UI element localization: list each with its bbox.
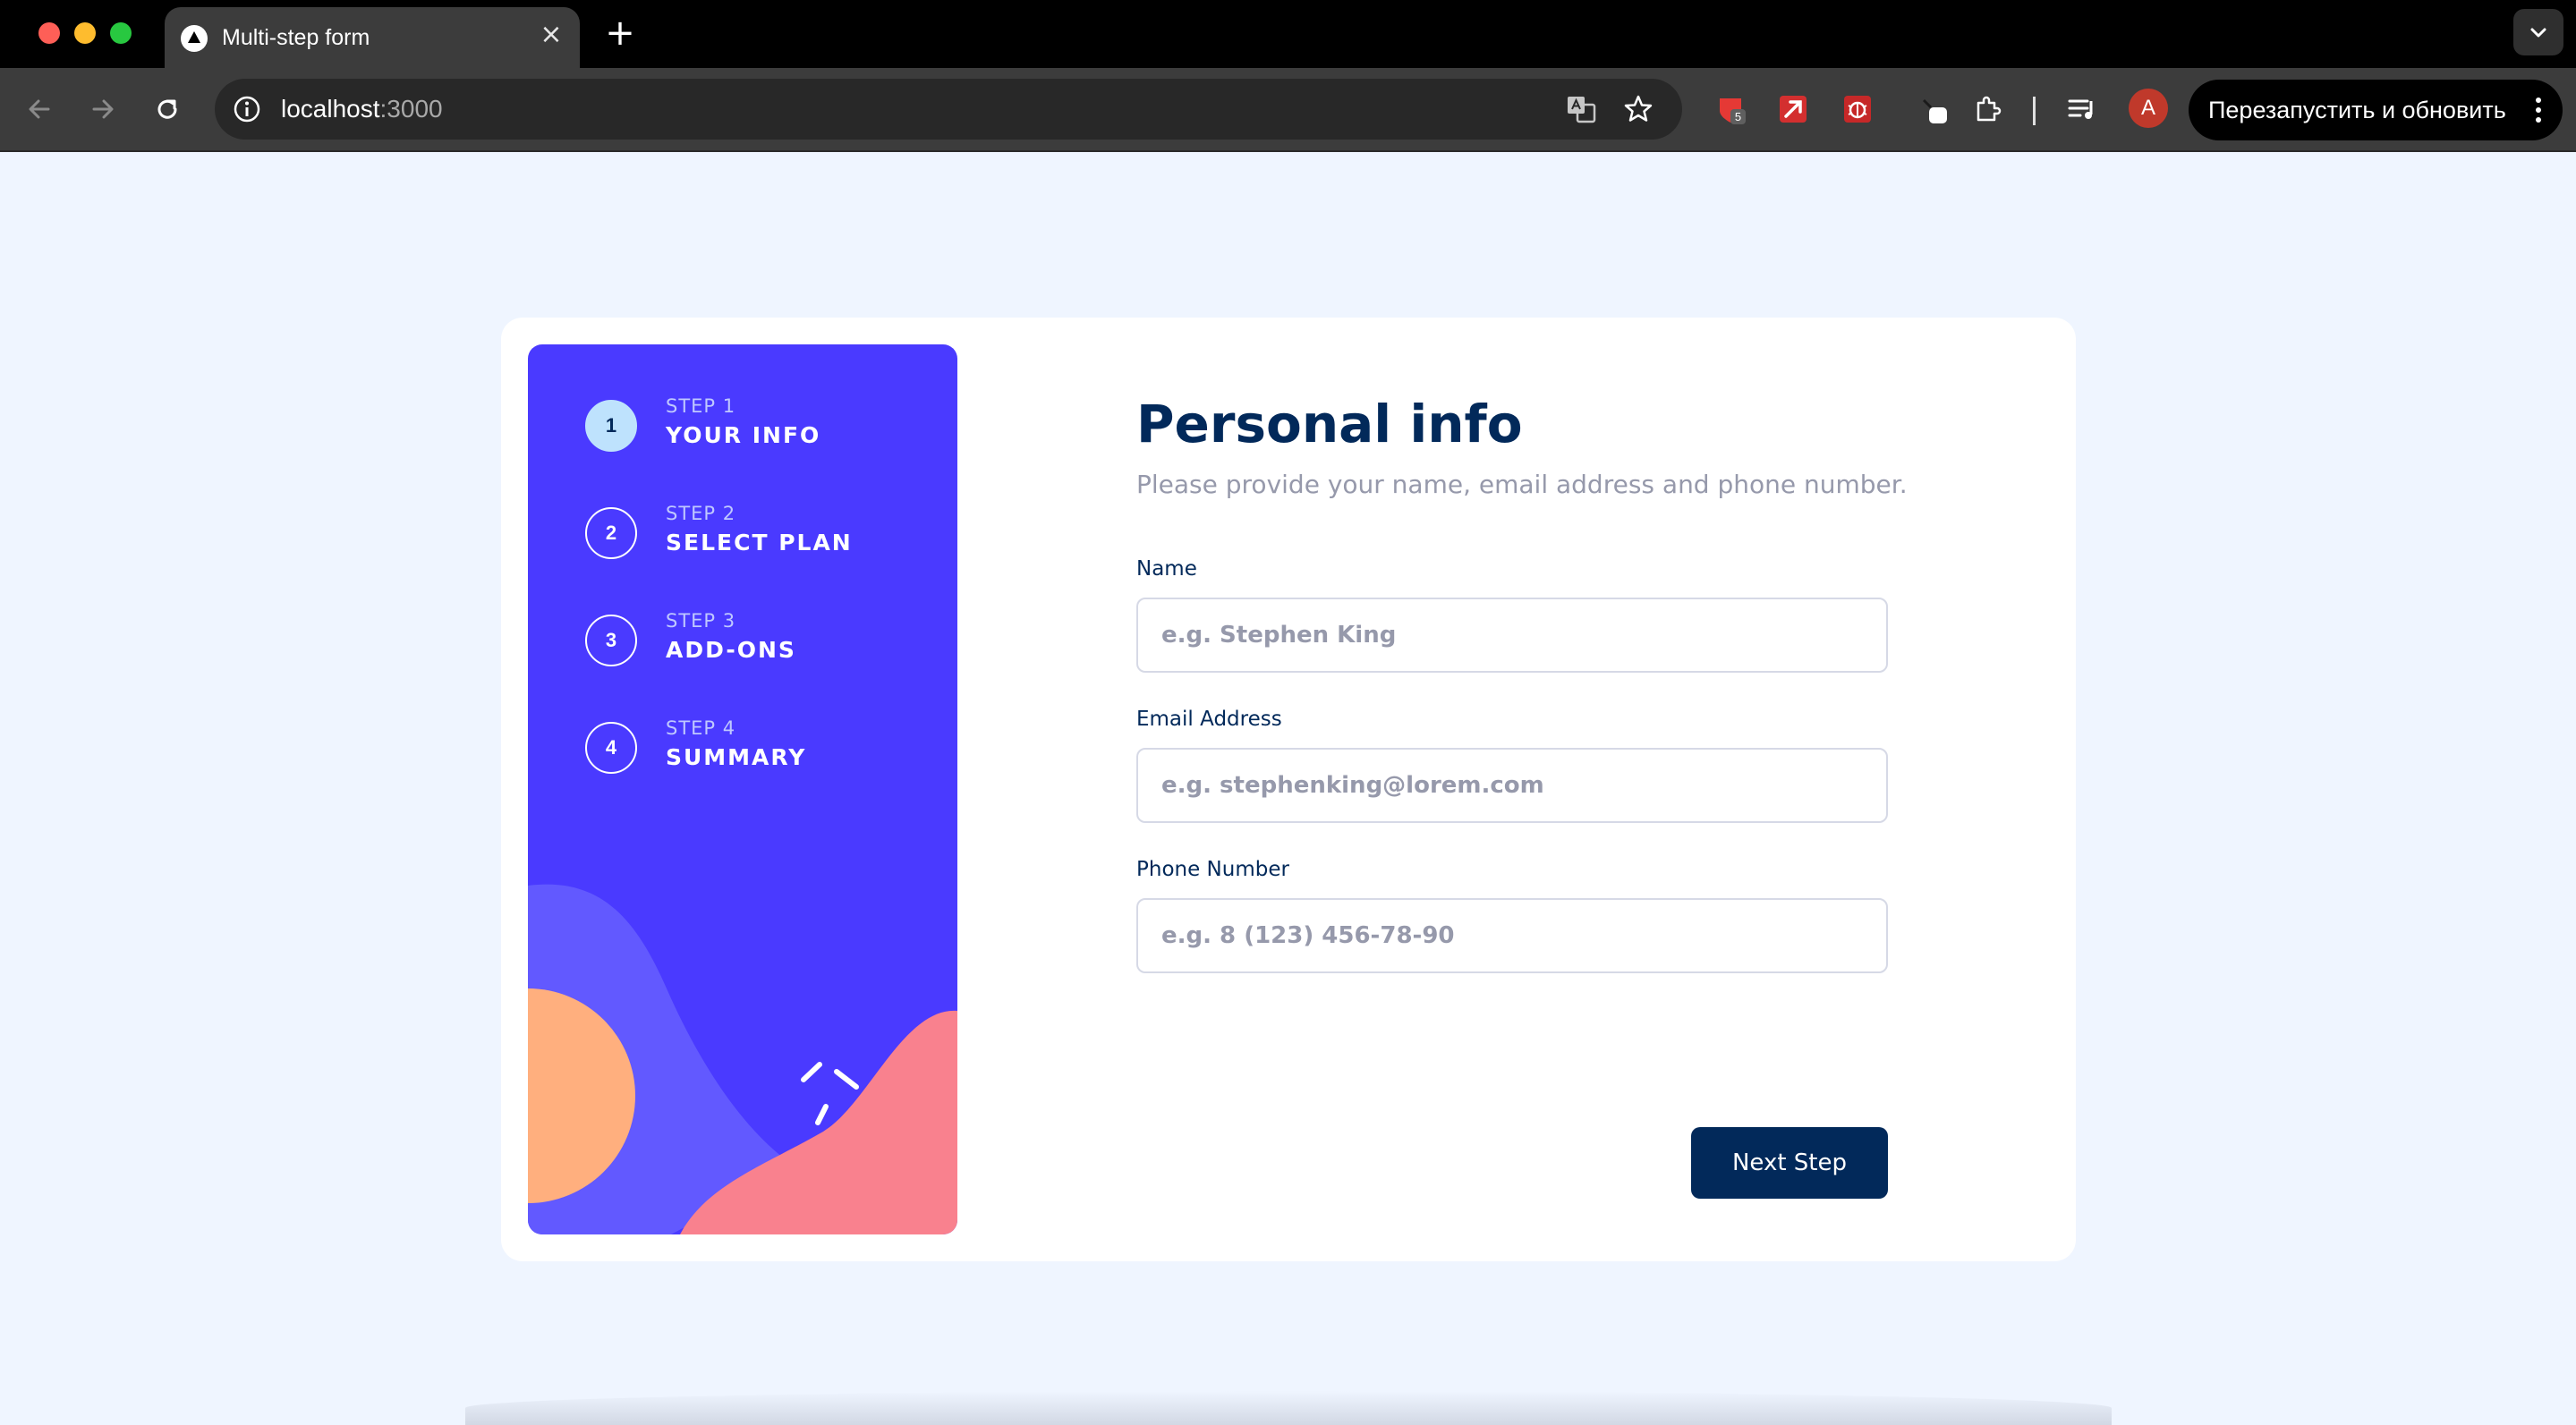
step-number-badge: 1 <box>585 400 637 452</box>
adblock-icon: 5 <box>1720 98 1746 124</box>
chevron-down-icon <box>2530 28 2546 38</box>
step-title: SELECT PLAN <box>666 530 853 556</box>
back-arrow-icon <box>29 99 50 119</box>
step-title: ADD-ONS <box>666 637 796 663</box>
page-bottom-shadow <box>465 1391 2112 1425</box>
forward-button[interactable] <box>81 88 124 131</box>
step-number-badge: 3 <box>585 615 637 666</box>
step-3[interactable]: 3 STEP 3 ADD-ONS <box>585 608 943 671</box>
phone-input[interactable] <box>1136 898 1888 973</box>
step-number-badge: 4 <box>585 722 637 774</box>
toolbar-separator <box>2033 97 2036 125</box>
info-icon[interactable] <box>231 93 263 125</box>
red-arrow-icon <box>1780 96 1807 123</box>
restart-update-button[interactable]: Перезапустить и обновить <box>2189 80 2563 140</box>
maximize-window-button[interactable] <box>110 22 132 44</box>
step-label: STEP 1 <box>666 395 736 417</box>
step-4[interactable]: 4 STEP 4 SUMMARY <box>585 716 943 778</box>
forward-arrow-icon <box>92 99 114 119</box>
step-title: YOUR INFO <box>666 422 821 448</box>
extensions-icon <box>1977 96 2002 122</box>
star-icon[interactable] <box>1622 93 1654 125</box>
step-2[interactable]: 2 STEP 2 SELECT PLAN <box>585 501 943 564</box>
name-label: Name <box>1136 557 1197 581</box>
email-input[interactable] <box>1136 748 1888 823</box>
minimize-window-button[interactable] <box>74 22 96 44</box>
browser-tab-bar: Multi-step form × + <box>0 0 2576 68</box>
extensions-button[interactable] <box>1967 88 2010 131</box>
tab-search-button[interactable] <box>2513 9 2563 55</box>
reload-icon <box>157 99 177 119</box>
phone-label: Phone Number <box>1136 858 1289 881</box>
tab-close-button[interactable]: × <box>535 19 567 51</box>
address-bar[interactable]: localhost:3000 <box>215 79 1682 140</box>
step-1[interactable]: 1 STEP 1 YOUR INFO <box>585 394 943 456</box>
kebab-menu-icon <box>2536 98 2543 127</box>
page-title: Personal info <box>1136 394 1523 454</box>
media-control-button[interactable] <box>2061 88 2104 131</box>
step-label: STEP 4 <box>666 717 736 739</box>
media-control-icon <box>2068 99 2093 119</box>
new-tab-button[interactable]: + <box>600 13 640 53</box>
steps-sidebar: 1 STEP 1 YOUR INFO 2 STEP 2 SELECT PLAN … <box>528 344 957 1234</box>
extension-adblock-button[interactable]: 5 <box>1709 88 1752 131</box>
step-number-badge: 2 <box>585 507 637 559</box>
browser-tab[interactable]: Multi-step form × <box>165 7 580 68</box>
close-window-button[interactable] <box>38 22 60 44</box>
extension-arrow-button[interactable] <box>1772 88 1815 131</box>
pen-icon <box>1922 98 1947 123</box>
personal-info-form: Personal info Please provide your name, … <box>1136 318 1942 1261</box>
browser-toolbar: localhost:3000 5 A Перезапустить и обнов… <box>0 68 2576 152</box>
multi-step-form-card: 1 STEP 1 YOUR INFO 2 STEP 2 SELECT PLAN … <box>501 318 2076 1261</box>
step-title: SUMMARY <box>666 744 807 770</box>
extension-bug-button[interactable] <box>1836 88 1879 131</box>
name-input[interactable] <box>1136 598 1888 673</box>
nextjs-favicon-icon <box>181 25 208 52</box>
translate-icon[interactable] <box>1565 93 1597 125</box>
bug-icon <box>1844 96 1871 123</box>
email-label: Email Address <box>1136 708 1282 731</box>
next-step-button[interactable]: Next Step <box>1691 1127 1888 1199</box>
step-label: STEP 3 <box>666 610 736 632</box>
reload-button[interactable] <box>146 88 189 131</box>
url-text[interactable]: localhost:3000 <box>281 95 443 123</box>
tab-title: Multi-step form <box>222 25 370 50</box>
back-button[interactable] <box>18 88 61 131</box>
extension-badge: 5 <box>1735 110 1741 123</box>
profile-avatar[interactable]: A <box>2129 89 2168 128</box>
extension-pen-button[interactable] <box>1911 88 1954 131</box>
restart-update-label: Перезапустить и обновить <box>2208 97 2506 123</box>
sidebar-decoration-illustration <box>528 884 957 1234</box>
page-subtitle: Please provide your name, email address … <box>1136 470 1908 499</box>
step-label: STEP 2 <box>666 503 736 524</box>
